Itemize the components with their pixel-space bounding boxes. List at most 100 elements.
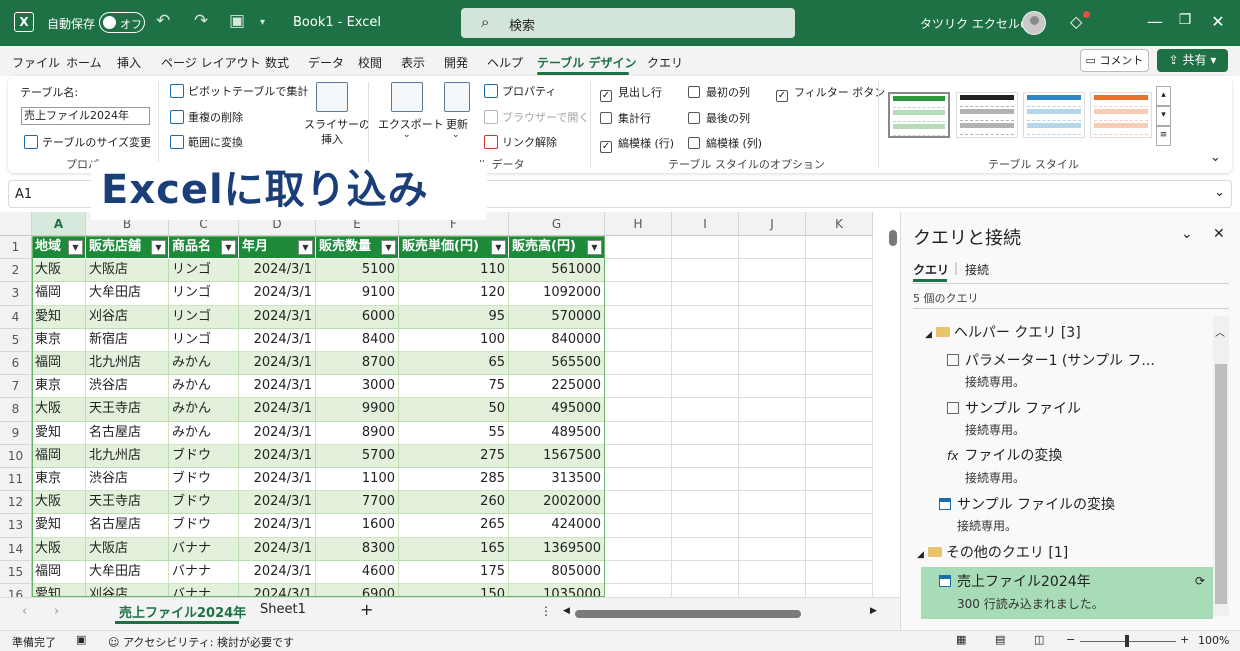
- table-cell[interactable]: 北九州店: [86, 352, 169, 376]
- empty-cell[interactable]: [806, 259, 873, 283]
- empty-cell[interactable]: [672, 352, 739, 376]
- table-cell[interactable]: 313500: [509, 468, 605, 492]
- table-cell[interactable]: 大牟田店: [86, 282, 169, 306]
- pane-scroll-up-icon[interactable]: ︿: [1215, 324, 1225, 339]
- table-cell[interactable]: 9900: [316, 398, 399, 422]
- filter-dropdown-icon[interactable]: ▼: [491, 240, 506, 255]
- resize-table-button[interactable]: テーブルのサイズ変更: [24, 134, 151, 150]
- refresh-dropdown-icon[interactable]: ⌄: [452, 130, 460, 140]
- table-cell[interactable]: 大阪: [32, 537, 86, 561]
- empty-cell[interactable]: [672, 491, 739, 515]
- empty-cell[interactable]: [739, 421, 806, 445]
- table-cell[interactable]: 424000: [509, 514, 605, 538]
- table-cell[interactable]: 名古屋店: [86, 514, 169, 538]
- table-cell[interactable]: 福岡: [32, 560, 86, 584]
- pane-tab-connections[interactable]: 接続: [965, 261, 989, 278]
- table-cell[interactable]: 愛知: [32, 305, 86, 329]
- last-column-option[interactable]: 最後の列: [688, 110, 750, 126]
- table-cell[interactable]: 50: [399, 398, 509, 422]
- empty-cell[interactable]: [605, 305, 672, 329]
- table-cell[interactable]: バナナ: [169, 560, 239, 584]
- empty-cell[interactable]: [672, 236, 739, 260]
- empty-cell[interactable]: [672, 305, 739, 329]
- table-cell[interactable]: 大阪店: [86, 259, 169, 283]
- empty-cell[interactable]: [739, 282, 806, 306]
- table-cell[interactable]: 561000: [509, 259, 605, 283]
- select-all-corner[interactable]: [0, 212, 32, 236]
- empty-cell[interactable]: [605, 584, 672, 597]
- empty-cell[interactable]: [806, 444, 873, 468]
- table-cell[interactable]: 260: [399, 491, 509, 515]
- table-cell[interactable]: 福岡: [32, 352, 86, 376]
- table-cell[interactable]: 3000: [316, 375, 399, 399]
- table-cell[interactable]: 天王寺店: [86, 398, 169, 422]
- undo-icon[interactable]: ↶: [156, 11, 170, 31]
- row-header[interactable]: 11: [0, 468, 32, 492]
- empty-cell[interactable]: [605, 375, 672, 399]
- table-cell[interactable]: 愛知: [32, 584, 86, 597]
- table-cell[interactable]: 大牟田店: [86, 560, 169, 584]
- banded-rows-option[interactable]: ✓ 縞模様 (行): [600, 135, 674, 153]
- accessibility-status[interactable]: ☺ アクセシビリティ: 検討が必要です: [108, 634, 294, 650]
- column-header-h[interactable]: H: [605, 212, 672, 236]
- tab-file[interactable]: ファイル: [12, 54, 60, 71]
- table-cell[interactable]: 840000: [509, 328, 605, 352]
- table-cell[interactable]: 2024/3/1: [239, 352, 316, 376]
- table-cell[interactable]: 福岡: [32, 282, 86, 306]
- table-cell[interactable]: ブドウ: [169, 468, 239, 492]
- table-cell[interactable]: ブドウ: [169, 491, 239, 515]
- horizontal-scrollbar[interactable]: [575, 610, 875, 618]
- share-button[interactable]: ⇪ 共有 ▾: [1157, 49, 1228, 72]
- table-cell[interactable]: みかん: [169, 398, 239, 422]
- row-header[interactable]: 7: [0, 375, 32, 399]
- table-cell[interactable]: 天王寺店: [86, 491, 169, 515]
- empty-cell[interactable]: [739, 514, 806, 538]
- table-cell[interactable]: 2024/3/1: [239, 491, 316, 515]
- empty-cell[interactable]: [672, 421, 739, 445]
- table-cell[interactable]: 大阪店: [86, 537, 169, 561]
- properties-button[interactable]: プロパティ: [484, 83, 556, 99]
- table-cell[interactable]: 北九州店: [86, 444, 169, 468]
- empty-cell[interactable]: [806, 282, 873, 306]
- table-cell[interactable]: 2024/3/1: [239, 375, 316, 399]
- worksheet-grid[interactable]: A B C D E F G H I J K 1 地域 ▼ 販売店舗 ▼ 商品名 ▼ 年月 ▼ 販売数量 ▼ 販売単価(円) ▼…: [0, 212, 885, 597]
- query-item-transform-sample[interactable]: サンプル ファイルの変換: [939, 494, 1115, 514]
- empty-cell[interactable]: [605, 444, 672, 468]
- unlink-button[interactable]: リンク解除: [484, 134, 557, 150]
- table-cell[interactable]: 2024/3/1: [239, 259, 316, 283]
- pane-scrollbar[interactable]: ︿: [1213, 316, 1229, 616]
- table-cell[interactable]: みかん: [169, 375, 239, 399]
- avatar[interactable]: [1022, 11, 1046, 35]
- table-cell[interactable]: 8700: [316, 352, 399, 376]
- empty-cell[interactable]: [672, 375, 739, 399]
- empty-cell[interactable]: [806, 305, 873, 329]
- column-header-a[interactable]: A: [32, 212, 86, 236]
- empty-cell[interactable]: [605, 421, 672, 445]
- empty-cell[interactable]: [605, 398, 672, 422]
- table-cell[interactable]: 2024/3/1: [239, 305, 316, 329]
- hscroll-left-icon[interactable]: ◀: [563, 606, 570, 616]
- tab-formulas[interactable]: 数式: [265, 54, 289, 71]
- style-scroll-down-icon[interactable]: ▾: [1156, 106, 1171, 126]
- empty-cell[interactable]: [806, 328, 873, 352]
- tab-query[interactable]: クエリ: [647, 54, 683, 71]
- filter-dropdown-icon[interactable]: ▼: [381, 240, 396, 255]
- pane-options-icon[interactable]: ⌄: [1181, 226, 1193, 242]
- filter-dropdown-icon[interactable]: ▼: [587, 240, 602, 255]
- insert-slicer-label-2[interactable]: 挿入: [321, 131, 343, 147]
- row-header[interactable]: 16: [0, 584, 32, 597]
- empty-cell[interactable]: [605, 468, 672, 492]
- table-cell[interactable]: 95: [399, 305, 509, 329]
- header-row-option[interactable]: ✓ 見出し行: [600, 84, 662, 102]
- empty-cell[interactable]: [672, 398, 739, 422]
- row-header[interactable]: 9: [0, 421, 32, 445]
- checkbox-checked-icon[interactable]: ✓: [600, 141, 612, 153]
- checkbox-icon[interactable]: [688, 112, 700, 124]
- save-icon[interactable]: ▣: [229, 11, 245, 31]
- table-cell[interactable]: みかん: [169, 352, 239, 376]
- table-header-cell[interactable]: 地域 ▼: [32, 236, 86, 260]
- empty-cell[interactable]: [672, 282, 739, 306]
- pane-close-icon[interactable]: ✕: [1213, 226, 1225, 242]
- row-header[interactable]: 1: [0, 236, 32, 260]
- empty-cell[interactable]: [739, 537, 806, 561]
